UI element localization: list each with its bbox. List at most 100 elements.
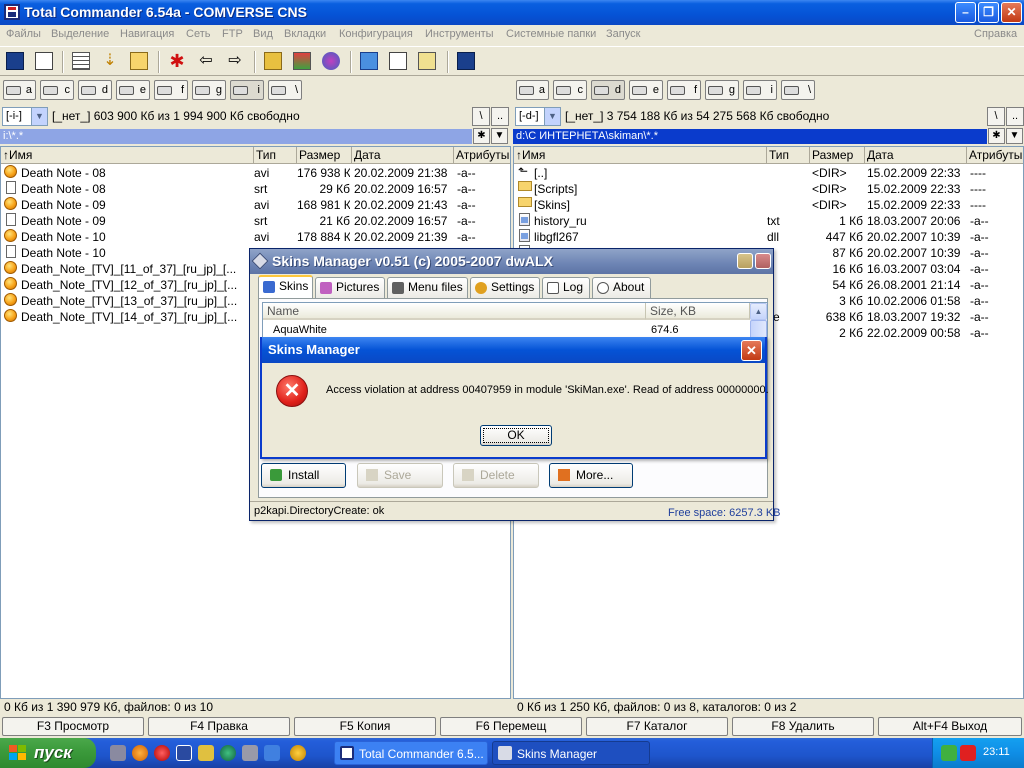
right-drive-e[interactable]: e [629, 80, 663, 100]
error-dialog-title-bar[interactable]: Skins Manager ✕ [262, 337, 765, 363]
right-drive-f[interactable]: f [667, 80, 701, 100]
close-button[interactable]: ✕ [1001, 2, 1022, 23]
ftp-new-connection-icon[interactable] [322, 52, 340, 70]
close-button[interactable] [755, 253, 771, 269]
column-header-name[interactable]: Name [263, 303, 646, 320]
file-row[interactable]: Death Note - 09 srt 21 Кб 20.02.2009 16:57-… [1, 213, 510, 229]
f6-move-button[interactable]: F6 Перемещ [440, 717, 582, 736]
menu-help[interactable]: Справка [974, 28, 1017, 40]
sync-dirs-icon[interactable] [418, 52, 436, 70]
right-current-path[interactable]: d:\С ИНТЕРНЕТА\skiman\*.* [513, 129, 987, 144]
taskbar-task-skins-manager[interactable]: Skins Manager [492, 741, 650, 765]
quicklaunch-tool-icon[interactable] [242, 745, 258, 761]
quicklaunch-refresh-icon[interactable] [264, 745, 280, 761]
column-header-size[interactable]: Размер [297, 147, 352, 164]
tab-log[interactable]: Log [542, 277, 590, 298]
delete-button[interactable]: Delete [453, 463, 539, 488]
left-drive-combo[interactable]: [-i-] ▼ [2, 107, 48, 126]
f8-delete-button[interactable]: F8 Удалить [732, 717, 874, 736]
menu-selection[interactable]: Выделение [51, 28, 109, 40]
quicklaunch-total-commander-icon[interactable] [176, 745, 192, 761]
file-row[interactable]: history_ru txt 1 Кб 18.03.2007 20:06 -a-- [514, 213, 1023, 229]
more-button[interactable]: More... [549, 463, 633, 488]
left-parent-button[interactable]: .. [491, 107, 509, 126]
left-drive-network[interactable]: \ [268, 80, 302, 100]
brief-view-icon[interactable] [35, 52, 53, 70]
right-history-button[interactable]: ✱ [988, 128, 1005, 144]
folder-tree-icon[interactable] [130, 52, 148, 70]
right-drive-i[interactable]: i [743, 80, 777, 100]
skins-manager-title-bar[interactable]: Skins Manager v0.51 (c) 2005-2007 dwALX [250, 249, 773, 274]
save-settings-icon[interactable] [457, 52, 475, 70]
restore-button[interactable]: ❐ [978, 2, 999, 23]
skin-list-item[interactable]: AquaWhite 674.6 [271, 323, 741, 337]
minimize-button[interactable] [737, 253, 753, 269]
file-row[interactable]: libgfl267 dll 447 Кб 20.02.2007 10:39 -a-- [514, 229, 1023, 245]
close-button[interactable]: ✕ [741, 340, 762, 361]
right-root-button[interactable]: \ [987, 107, 1005, 126]
right-drive-g[interactable]: g [705, 80, 739, 100]
right-drive-a[interactable]: a [516, 80, 549, 100]
file-row[interactable]: Death Note - 09 avi 168 981 Кб 20.02.2009 2… [1, 197, 510, 213]
menu-tabs[interactable]: Вкладки [284, 28, 326, 40]
column-header-date[interactable]: Дата [352, 147, 454, 164]
right-parent-button[interactable]: .. [1006, 107, 1024, 126]
quicklaunch-app-icon[interactable] [198, 745, 214, 761]
column-header-date[interactable]: Дата [865, 147, 967, 164]
full-view-icon[interactable] [72, 52, 90, 70]
left-hotlist-button[interactable]: ▼ [491, 128, 508, 144]
f3-view-button[interactable]: F3 Просмотр [2, 717, 144, 736]
column-header-name[interactable]: ↑Имя [514, 147, 767, 164]
file-row[interactable]: Death Note - 10 avi 178 884 Кб 20.02.2009 2… [1, 229, 510, 245]
right-drive-d[interactable]: d [591, 80, 625, 100]
right-drive-combo[interactable]: [-d-] ▼ [515, 107, 561, 126]
minimize-button[interactable]: – [955, 2, 976, 23]
menu-ftp[interactable]: FTP [222, 28, 243, 40]
tree-view-icon[interactable]: ⇣ [101, 52, 119, 70]
tab-menu-files[interactable]: Menu files [387, 277, 468, 298]
forward-arrow-icon[interactable]: ⇨ [226, 52, 244, 70]
column-header-type[interactable]: Тип [767, 147, 810, 164]
scroll-up-arrow-icon[interactable]: ▲ [750, 303, 767, 320]
alt-f4-exit-button[interactable]: Alt+F4 Выход [878, 717, 1022, 736]
menu-launch[interactable]: Запуск [606, 28, 640, 40]
f7-mkdir-button[interactable]: F7 Каталог [586, 717, 728, 736]
invert-selection-icon[interactable]: ✱ [168, 52, 186, 70]
menu-tools[interactable]: Инструменты [425, 28, 494, 40]
start-button[interactable]: пуск [0, 738, 96, 768]
left-drive-g[interactable]: g [192, 80, 226, 100]
column-header-name[interactable]: ↑Имя [1, 147, 254, 164]
right-hotlist-button[interactable]: ▼ [1006, 128, 1023, 144]
right-drive-c[interactable]: c [553, 80, 587, 100]
column-header-size[interactable]: Size, KB [646, 303, 750, 320]
total-commander-app-icon[interactable] [4, 4, 20, 20]
left-drive-c[interactable]: c [40, 80, 74, 100]
tab-pictures[interactable]: Pictures [315, 277, 385, 298]
tab-settings[interactable]: Settings [470, 277, 540, 298]
pack-files-icon[interactable] [264, 52, 282, 70]
file-row[interactable]: [Skins] <DIR> 15.02.2009 22:33 ---- [514, 197, 1023, 213]
column-header-type[interactable]: Тип [254, 147, 297, 164]
edit-icon[interactable] [389, 52, 407, 70]
quicklaunch-opera-icon[interactable] [154, 745, 170, 761]
left-history-button[interactable]: ✱ [473, 128, 490, 144]
install-button[interactable]: Install [261, 463, 346, 488]
quicklaunch-settings-icon[interactable] [110, 745, 126, 761]
menu-files[interactable]: Файлы [6, 28, 41, 40]
ok-button[interactable]: OK [480, 425, 552, 446]
quicklaunch-aimp-icon[interactable] [290, 745, 306, 761]
menu-navigation[interactable]: Навигация [120, 28, 174, 40]
tray-network-icon[interactable] [941, 745, 957, 761]
column-header-attributes[interactable]: Атрибуты [967, 147, 1023, 164]
menu-view[interactable]: Вид [253, 28, 273, 40]
refresh-icon[interactable] [6, 52, 24, 70]
right-drive-network[interactable]: \ [781, 80, 815, 100]
file-row[interactable]: ⬑ [..] <DIR> 15.02.2009 22:33 ---- [514, 165, 1023, 181]
quicklaunch-globe-icon[interactable] [220, 745, 236, 761]
file-row[interactable]: Death Note - 08 avi 176 938 Кб 20.02.2009 2… [1, 165, 510, 181]
left-drive-i[interactable]: i [230, 80, 264, 100]
file-row[interactable]: [Scripts] <DIR> 15.02.2009 22:33 ---- [514, 181, 1023, 197]
menu-network[interactable]: Сеть [186, 28, 210, 40]
column-header-attributes[interactable]: Атрибуты [454, 147, 510, 164]
tab-about[interactable]: About [592, 277, 651, 298]
